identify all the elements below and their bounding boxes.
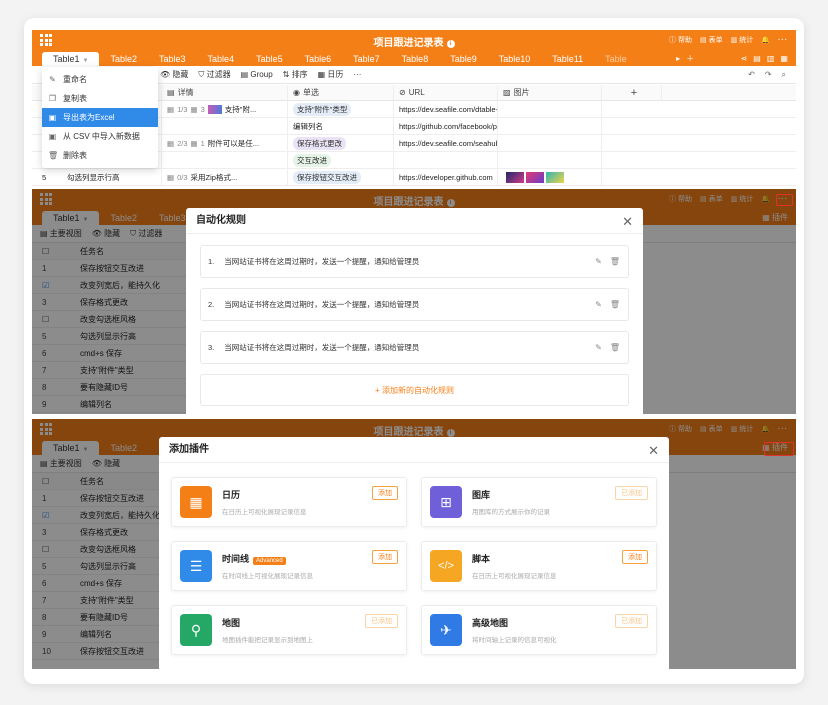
undo-icon[interactable]: ↶	[748, 70, 755, 80]
tab-table8[interactable]: Table8	[391, 52, 440, 66]
trash-icon[interactable]: 🗑	[610, 300, 620, 309]
sort-button[interactable]: ⇅ 排序	[283, 69, 308, 80]
pencil-icon: ✎	[49, 75, 56, 84]
panel-automation: 项目跟进记录表 i ⓘ 帮助 ▤ 表单 ▥ 统计 🔔 ··· Table1 ▼ Ta…	[32, 189, 796, 414]
tab-table11[interactable]: Table11	[541, 52, 594, 66]
form-button[interactable]: ▤ 表单	[700, 35, 723, 45]
trash-icon[interactable]: 🗑	[610, 257, 620, 266]
col-header-details[interactable]: ▤ 详情	[162, 85, 288, 100]
automation-rule[interactable]: 3. 当网站证书将在这周过期时，发送一个提醒，通知给管理员 ✎ 🗑	[200, 331, 629, 364]
share-icon[interactable]: ⋖	[741, 52, 748, 66]
col-header-select[interactable]: ◉ 单选	[288, 85, 394, 100]
calendar-icon: ▦	[180, 486, 212, 518]
search-icon[interactable]: ⌕	[782, 70, 786, 80]
col-header-url[interactable]: ⊘ URL	[394, 85, 498, 100]
tab-table9[interactable]: Table9	[439, 52, 488, 66]
add-rule-button[interactable]: + 添加新的自动化规则	[200, 374, 629, 406]
app-header: 项目跟进记录表 i ⓘ 帮助 ▤ 表单 ▥ 统计 🔔 ···	[32, 30, 796, 50]
tab-table1[interactable]: Table1 ▼	[42, 52, 100, 66]
dialog-title: 添加插件	[159, 437, 669, 463]
group-button[interactable]: ▤ Group	[241, 70, 273, 79]
scroll-tabs-icon[interactable]: ▸	[676, 52, 680, 66]
table-tabs: Table1 ▼ Table2 Table3 Table4 Table5 Tabl…	[32, 50, 796, 66]
info-icon[interactable]: i	[446, 40, 455, 48]
plugin-card-map: ⚲ 地图 地图插件能把记录显示到地图上 已添加	[171, 605, 407, 655]
edit-icon[interactable]: ✎	[595, 343, 602, 352]
tab-table4[interactable]: Table4	[197, 52, 246, 66]
more-button[interactable]: ···	[353, 70, 361, 79]
advanced-badge: Advanced	[253, 557, 286, 565]
tab-table6[interactable]: Table6	[294, 52, 343, 66]
trash-icon[interactable]: 🗑	[610, 343, 620, 352]
stats-button[interactable]: ▥ 统计	[731, 35, 754, 45]
dialog-title: 自动化规则	[186, 208, 643, 234]
map-icon: ⚲	[180, 614, 212, 646]
plugin-card-gallery: ⊞ 图库 用图库的方式展示你的记录 已添加	[421, 477, 657, 527]
import-icon: ▣	[48, 132, 57, 141]
bell-icon[interactable]: 🔔	[761, 36, 770, 44]
grid-icon[interactable]: ▦	[780, 52, 788, 66]
panel-context-menu: 项目跟进记录表 i ⓘ 帮助 ▤ 表单 ▥ 统计 🔔 ··· Table1 ▼ Ta…	[32, 30, 796, 186]
added-plugin-button: 已添加	[365, 614, 398, 628]
added-plugin-button: 已添加	[615, 486, 648, 500]
tab-table5[interactable]: Table5	[245, 52, 294, 66]
highlight-box	[764, 442, 794, 456]
chart-icon[interactable]: ▥	[767, 52, 775, 66]
tab-table10[interactable]: Table10	[488, 52, 542, 66]
table-icon[interactable]: ▤	[753, 52, 761, 66]
close-icon[interactable]: ✕	[622, 214, 633, 230]
menu-import-csv[interactable]: ▣ 从 CSV 中导入新数据	[42, 127, 158, 146]
gallery-icon: ⊞	[430, 486, 462, 518]
script-icon: </>	[430, 550, 462, 582]
menu-delete[interactable]: 🗑 删除表	[42, 146, 158, 165]
hide-button[interactable]: 👁 隐藏	[160, 69, 188, 80]
close-icon[interactable]: ✕	[648, 443, 659, 459]
tab-table7[interactable]: Table7	[342, 52, 391, 66]
table-context-menu: ✎ 重命名 ❐ 复制表 ▣ 导出表为Excel ▣ 从 CSV 中导入新数据 🗑 删除表	[42, 67, 158, 168]
plugin-card-timeline: ☰ 时间线 Advanced 在时间线上可视化展现记录信息 添加	[171, 541, 407, 591]
redo-icon[interactable]: ↷	[765, 70, 772, 80]
advanced-map-icon: ✈	[430, 614, 462, 646]
added-plugin-button: 已添加	[615, 614, 648, 628]
tab-table2[interactable]: Table2	[99, 52, 148, 66]
plugins-dialog: 添加插件 ✕ ▦ 日历 在日历上可视化展现记录信息 添加 ⊞ 图库 用图库的方式…	[159, 437, 669, 669]
tab-table12[interactable]: Table	[594, 52, 638, 66]
menu-export-excel[interactable]: ▣ 导出表为Excel	[42, 108, 158, 127]
plugin-card-advanced-map: ✈ 高级地图 将时间轴上记录的信息可视化 已添加	[421, 605, 657, 655]
automation-dialog: 自动化规则 ✕ 1. 当网站证书将在这周过期时，发送一个提醒，通知给管理员 ✎ 🗑 2…	[186, 208, 643, 414]
add-plugin-button[interactable]: 添加	[372, 550, 398, 564]
export-icon: ▣	[48, 113, 57, 122]
plugin-card-script: </> 脚本 在日历上可视化展现记录信息 添加	[421, 541, 657, 591]
help-button[interactable]: ⓘ 帮助	[669, 35, 692, 45]
panel-plugins: 项目跟进记录表 i ⓘ 帮助 ▤ 表单 ▥ 统计 🔔 ··· Table1 ▼ Ta…	[32, 419, 796, 669]
add-plugin-button[interactable]: 添加	[622, 550, 648, 564]
add-table-icon[interactable]: ＋	[686, 52, 694, 66]
trash-icon: 🗑	[48, 151, 59, 160]
automation-rule[interactable]: 1. 当网站证书将在这周过期时，发送一个提醒，通知给管理员 ✎ 🗑	[200, 245, 629, 278]
add-plugin-button[interactable]: 添加	[372, 486, 398, 500]
table-row[interactable]: 5 勾选列显示行高 ▦ 0/3 采用Zip格式... 保存按钮交互改进 https:…	[32, 169, 796, 186]
more-icon[interactable]: ···	[778, 37, 788, 44]
automation-rule[interactable]: 2. 当网站证书将在这周过期时，发送一个提醒，通知给管理员 ✎ 🗑	[200, 288, 629, 321]
timeline-icon: ☰	[180, 550, 212, 582]
filter-button[interactable]: ⛉ 过滤器	[198, 69, 230, 80]
edit-icon[interactable]: ✎	[595, 257, 602, 266]
edit-icon[interactable]: ✎	[595, 300, 602, 309]
tab-table3[interactable]: Table3	[148, 52, 197, 66]
calendar-button[interactable]: ▦ 日历	[318, 69, 344, 80]
menu-rename[interactable]: ✎ 重命名	[42, 70, 158, 89]
highlight-box	[776, 194, 793, 206]
col-header-image[interactable]: ▨ 图片	[498, 85, 602, 100]
add-column-icon[interactable]: +	[602, 85, 662, 100]
menu-duplicate[interactable]: ❐ 复制表	[42, 89, 158, 108]
plugin-card-calendar: ▦ 日历 在日历上可视化展现记录信息 添加	[171, 477, 407, 527]
copy-icon: ❐	[48, 94, 57, 103]
